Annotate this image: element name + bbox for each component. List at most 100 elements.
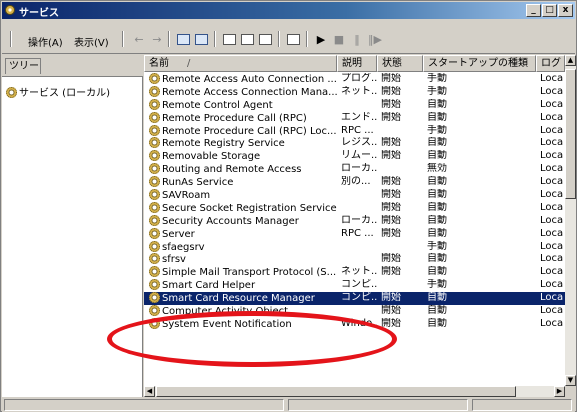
service-name: Removable Storage (149, 150, 339, 164)
service-startup-type: 自動 (427, 214, 447, 226)
status-bar (2, 398, 575, 412)
service-startup-type: 手動 (427, 279, 447, 291)
service-logon: Loca (540, 73, 564, 84)
column-header-description[interactable]: 説明 (337, 55, 377, 72)
vertical-scrollbar[interactable]: ▲ ▼ (565, 55, 576, 386)
service-logon: Loca (540, 317, 564, 329)
toolbar-separator (168, 31, 170, 47)
tree-node-services-local[interactable]: サービス (ローカル) (6, 84, 110, 99)
column-header-status[interactable]: 状態 (377, 55, 423, 72)
pause-service-icon[interactable]: ‖ (348, 31, 366, 48)
service-logon: Loca (540, 214, 564, 226)
title-bar[interactable]: サービス _ □ x (2, 2, 575, 19)
service-name: RunAs Service (149, 176, 339, 190)
scroll-down-button[interactable]: ▼ (565, 375, 576, 386)
service-logon: Loca (540, 253, 564, 265)
toolbar-grip (10, 31, 12, 47)
column-header-startup-type[interactable]: スタートアップの種類 (423, 55, 536, 72)
stop-service-icon[interactable]: ■ (330, 31, 348, 48)
service-status: 開始 (381, 253, 401, 265)
service-gear-icon (149, 227, 160, 239)
service-name-label: Remote Procedure Call (RPC) (162, 112, 307, 124)
service-name-label: Remote Access Connection Mana... (162, 86, 338, 98)
table-row[interactable]: RunAs Service 別の... 開始 自動 Loca (144, 176, 565, 189)
help-icon[interactable] (284, 31, 302, 48)
maximize-button[interactable]: □ (542, 4, 557, 17)
table-row[interactable]: sfrsv 開始 自動 Loca (144, 253, 565, 266)
service-logon: Loca (540, 150, 564, 162)
tree-pane: ツリー サービス (ローカル) (2, 55, 143, 397)
service-logon: Loca (540, 279, 564, 291)
toolbar-separator (278, 31, 280, 47)
scroll-left-button[interactable]: ◀ (144, 386, 155, 397)
table-row[interactable]: Security Accounts Manager ローカ... 開始 自動 Loca (144, 214, 565, 228)
menu-view[interactable]: 表示(V) (74, 34, 109, 49)
service-gear-icon (149, 279, 160, 291)
table-row[interactable]: Remote Procedure Call (RPC) Loc... RPC ..… (144, 124, 565, 138)
service-name-label: sfrsv (162, 254, 186, 266)
show-hide-tree-icon[interactable] (192, 31, 210, 48)
horizontal-scroll-thumb[interactable] (156, 386, 516, 397)
table-row[interactable]: sfaegsrv 手動 Loca (144, 240, 565, 254)
scroll-up-button[interactable]: ▲ (565, 55, 576, 66)
service-logon: Loca (540, 163, 564, 175)
vertical-scroll-thumb[interactable] (565, 69, 576, 199)
table-row[interactable]: Remote Access Connection Mana... ネット... 開始… (144, 85, 565, 99)
restart-service-icon[interactable]: ‖▶ (366, 31, 384, 48)
column-header-logon[interactable]: ログ (536, 55, 565, 72)
table-row[interactable]: Server RPC ... 開始 自動 Loca (144, 227, 565, 241)
service-description: プログ... (341, 73, 377, 84)
service-gear-icon (149, 292, 160, 304)
table-row[interactable]: Simple Mail Transport Protocol (S... ネット.… (144, 266, 565, 279)
service-description: リムー... (341, 150, 377, 162)
forward-arrow-icon[interactable]: → (148, 31, 166, 48)
service-startup-type: 自動 (427, 253, 447, 265)
close-button[interactable]: x (558, 4, 573, 17)
toolbar-separator (122, 31, 124, 47)
table-row[interactable]: Remote Access Auto Connection ... プログ... 開… (144, 73, 565, 86)
service-name-label: SAVRoam (162, 190, 211, 202)
table-row[interactable]: Remote Registry Service レジス... 開始 自動 Loca (144, 137, 565, 150)
service-logon: Loca (540, 240, 564, 252)
table-row[interactable]: SAVRoam 開始 自動 Loca (144, 189, 565, 202)
table-row[interactable]: Remote Procedure Call (RPC) エンド... 開始 自動 Loc… (144, 111, 565, 126)
table-row[interactable]: Routing and Remote Access ローカ... 無効 Loca (144, 163, 565, 176)
column-header-name[interactable]: 名前 / (144, 55, 337, 72)
menu-toolbar: 操作(A) 表示(V) ← → ▶ ■ ‖ ‖▶ (2, 20, 575, 54)
service-status: 開始 (381, 98, 401, 110)
table-row[interactable]: Remote Control Agent 開始 自動 Loca (144, 98, 565, 112)
horizontal-scrollbar[interactable]: ◀ ▶ (144, 386, 565, 397)
table-row[interactable]: Computer Activity Object... 開始 自動 Loca (144, 305, 565, 318)
table-row[interactable]: System Event Notification Windo... 開始 自動 Loc… (144, 317, 565, 331)
start-service-icon[interactable]: ▶ (312, 31, 330, 48)
service-gear-icon (149, 163, 160, 175)
properties-icon[interactable] (220, 31, 238, 48)
service-name: Remote Procedure Call (RPC) (149, 111, 339, 126)
service-status: 開始 (381, 214, 401, 226)
minimize-button[interactable]: _ (526, 4, 541, 17)
refresh-icon[interactable] (238, 31, 256, 48)
table-row[interactable]: Secure Socket Registration Service 開始 自動 Lo… (144, 201, 565, 215)
table-row[interactable]: Removable Storage リムー... 開始 自動 Loca (144, 150, 565, 163)
status-pane-tertiary (472, 399, 572, 411)
back-arrow-icon[interactable]: ← (130, 31, 148, 48)
service-status: 開始 (381, 189, 401, 201)
service-startup-type: 自動 (427, 98, 447, 110)
service-startup-type: 自動 (427, 111, 447, 123)
service-logon: Loca (540, 124, 564, 136)
services-window: サービス _ □ x 操作(A) 表示(V) ← → ▶ ■ ‖ ‖▶ ツリー … (0, 0, 577, 412)
service-startup-type: 手動 (427, 240, 447, 252)
service-description: ローカ... (341, 214, 377, 226)
table-row[interactable]: Smart Card Resource Manager コンピ... 開始 自動 Loc… (144, 292, 565, 306)
service-startup-type: 自動 (427, 137, 447, 149)
service-name: Smart Card Resource Manager (149, 292, 339, 306)
table-row[interactable]: Smart Card Helper コンピ... 手動 Loca (144, 279, 565, 292)
export-list-icon[interactable] (256, 31, 274, 48)
service-gear-icon (149, 266, 160, 278)
service-description: RPC ... (341, 227, 374, 239)
up-level-icon[interactable] (174, 31, 192, 48)
tab-tree[interactable]: ツリー (5, 58, 41, 74)
scroll-right-button[interactable]: ▶ (554, 386, 565, 397)
toolbar-separator (306, 31, 308, 47)
menu-action[interactable]: 操作(A) (28, 34, 63, 49)
